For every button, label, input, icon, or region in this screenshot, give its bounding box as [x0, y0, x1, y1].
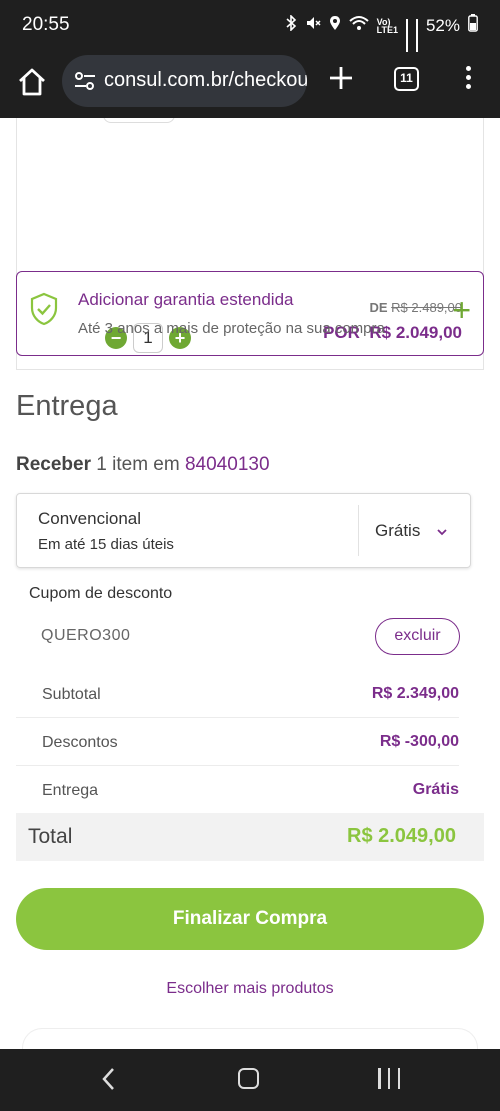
volte-icon: Vo) LTE1: [376, 16, 398, 35]
total-bar: Total R$ 2.049,00: [16, 813, 484, 861]
shipping-value: Grátis: [412, 781, 459, 798]
summary-row-subtotal: Subtotal R$ 2.349,00: [16, 670, 459, 718]
shipping-label: Entrega: [42, 782, 99, 799]
mute-icon: [305, 15, 321, 36]
delivery-option-time: Em até 15 dias úteis: [38, 536, 174, 553]
divider: [358, 505, 359, 556]
delivery-option-name: Convencional: [38, 509, 142, 528]
back-icon[interactable]: [100, 1067, 118, 1091]
status-time: 20:55: [22, 14, 70, 35]
product-image-stub: [103, 118, 175, 123]
coupon-label: Cupom de desconto: [29, 585, 173, 602]
coupon-code: QUERO300: [41, 627, 131, 644]
checkout-button[interactable]: Finalizar Compra: [16, 888, 484, 950]
bluetooth-icon: [285, 14, 297, 36]
warranty-title: Adicionar garantia estendida: [78, 290, 294, 309]
checkout-content: − 1 + DE R$ 2.489,00 POR R$ 2.049,00 Adi…: [0, 118, 500, 1049]
shield-check-icon: [29, 292, 59, 326]
delivery-option-card[interactable]: Convencional Em até 15 dias úteis Grátis: [16, 493, 471, 568]
subtotal-label: Subtotal: [42, 686, 101, 703]
summary-row-discounts: Descontos R$ -300,00: [16, 718, 459, 766]
receive-line: Receber 1 item em 84040130: [16, 454, 270, 476]
summary-row-shipping: Entrega Grátis: [16, 766, 459, 814]
battery-percent: 52%: [425, 15, 460, 35]
receive-label: Receber: [16, 454, 91, 475]
tabs-icon[interactable]: 11: [394, 67, 419, 91]
add-warranty-plus-icon[interactable]: +: [452, 294, 471, 326]
recent-apps-icon[interactable]: [378, 1068, 400, 1090]
zip-code-link[interactable]: 84040130: [185, 454, 270, 475]
remove-coupon-button[interactable]: excluir: [375, 618, 460, 655]
status-icons: Vo) LTE1 52%: [285, 14, 478, 54]
signal-icon: [415, 18, 418, 54]
discount-label: Descontos: [42, 734, 118, 751]
location-icon: [329, 15, 341, 36]
site-settings-icon[interactable]: [74, 71, 96, 91]
home-nav-icon[interactable]: [238, 1068, 259, 1089]
delivery-option-price: Grátis: [375, 521, 421, 540]
continue-shopping-link[interactable]: Escolher mais produtos: [0, 980, 500, 998]
wifi-icon: [348, 15, 369, 36]
address-bar[interactable]: consul.com.br/checkout: [62, 55, 307, 107]
system-nav-bar: [0, 1049, 500, 1111]
extended-warranty-card[interactable]: Adicionar garantia estendida Até 3 anos …: [16, 271, 484, 356]
browser-toolbar: consul.com.br/checkout 11: [0, 52, 500, 118]
delivery-section-title: Entrega: [16, 390, 118, 422]
new-tab-plus-icon[interactable]: [327, 64, 355, 92]
url-text: consul.com.br/checkout: [104, 69, 307, 91]
receive-text: 1 item em: [96, 454, 180, 475]
overflow-menu-icon[interactable]: [458, 64, 478, 94]
status-bar: 20:55 Vo) LTE1 52%: [0, 0, 500, 54]
next-section-card: [22, 1028, 478, 1049]
total-label: Total: [28, 825, 73, 848]
signal-icon: [405, 18, 408, 54]
total-value: R$ 2.049,00: [347, 825, 456, 847]
warranty-subtitle: Até 3 anos a mais de proteção na sua com…: [78, 320, 385, 337]
discount-value: R$ -300,00: [379, 733, 459, 750]
battery-icon: [468, 14, 478, 37]
home-icon[interactable]: [16, 66, 48, 98]
subtotal-value: R$ 2.349,00: [371, 685, 459, 702]
chevron-down-icon[interactable]: [436, 524, 448, 536]
